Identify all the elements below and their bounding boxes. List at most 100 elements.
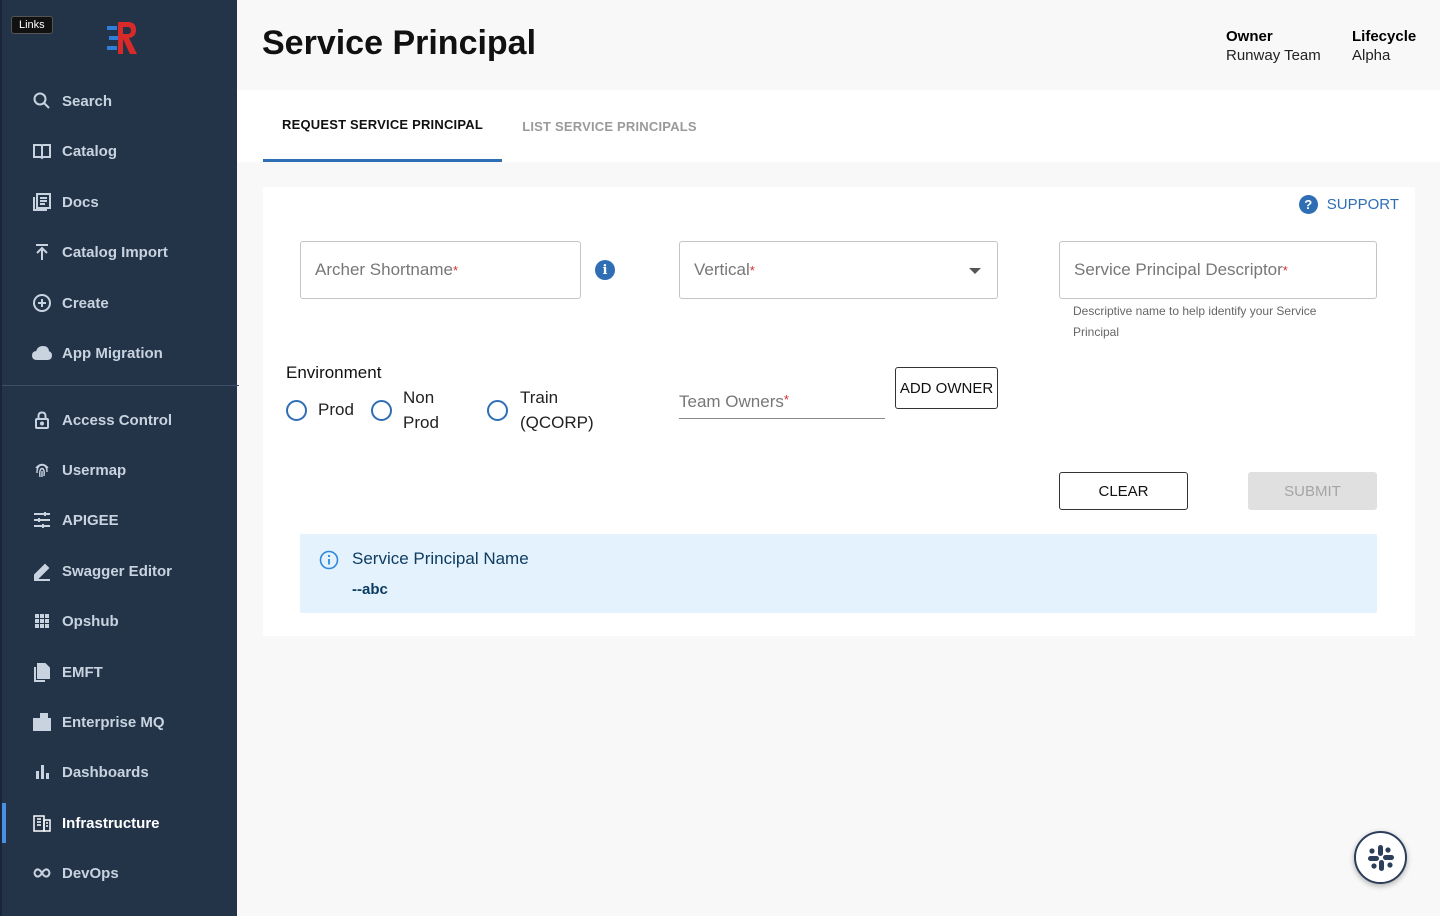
book-icon	[32, 141, 52, 161]
sidebar-item-label: EMFT	[62, 663, 103, 681]
required-mark: *	[749, 262, 755, 278]
chat-fab-button[interactable]	[1354, 831, 1407, 884]
support-label: SUPPORT	[1326, 196, 1399, 213]
sidebar-item-dashboards[interactable]: Dashboards	[2, 752, 239, 792]
archer-shortname-placeholder: Archer Shortname	[315, 260, 453, 279]
alert-title: Service Principal Name	[352, 549, 529, 568]
required-mark: *	[783, 392, 789, 407]
fingerprint-icon	[32, 460, 52, 480]
sidebar-item-label: Catalog	[62, 142, 118, 160]
support-link[interactable]: ? SUPPORT	[1298, 195, 1399, 214]
lifecycle-info: Lifecycle Alpha	[1352, 27, 1416, 65]
lock-icon	[32, 410, 52, 430]
request-form-card: ? SUPPORT Archer Shortname * i Vertical * …	[263, 187, 1415, 636]
app-logo[interactable]	[106, 20, 140, 56]
archer-shortname-input[interactable]: Archer Shortname *	[300, 241, 581, 299]
sidebar-item-label: Docs	[62, 193, 99, 211]
sidebar-item-label: Catalog Import	[62, 243, 168, 261]
sidebar-item-enterprise-mq[interactable]: Enterprise MQ	[2, 702, 239, 742]
sidebar-item-label: Swagger Editor	[62, 562, 173, 580]
page-title: Service Principal	[262, 24, 537, 62]
env-label-train-line2: (QCORP)	[520, 413, 594, 432]
sidebar-item-devops[interactable]: DevOps	[2, 853, 239, 893]
env-radio-nonprod[interactable]	[371, 400, 392, 421]
tune-icon	[32, 510, 52, 530]
add-owner-button[interactable]: ADD OWNER	[895, 367, 998, 409]
vertical-select[interactable]: Vertical *	[679, 241, 998, 299]
env-label-nonprod-line1: Non	[403, 388, 435, 407]
owner-label: Owner	[1226, 28, 1273, 45]
grid-icon	[32, 611, 52, 631]
docs-icon	[32, 192, 52, 212]
sidebar-item-label: Create	[62, 294, 109, 312]
sidebar-item-label: DevOps	[62, 864, 119, 882]
help-circle-icon: ?	[1298, 195, 1318, 214]
env-label-prod: Prod	[318, 400, 354, 419]
team-owners-placeholder: Team Owners	[679, 392, 784, 411]
sidebar-item-usermap[interactable]: Usermap	[2, 450, 239, 490]
owner-info: Owner Runway Team	[1226, 27, 1321, 65]
lifecycle-label: Lifecycle	[1352, 28, 1417, 45]
slack-icon	[1367, 844, 1394, 871]
sidebar-item-apigee[interactable]: APIGEE	[2, 500, 239, 540]
cloud-icon	[32, 343, 52, 363]
sidebar-item-label: APIGEE	[62, 511, 119, 529]
tab-bar: REQUEST SERVICE PRINCIPAL LIST SERVICE P…	[237, 90, 1440, 162]
sidebar-item-opshub[interactable]: Opshub	[2, 601, 239, 641]
infinity-icon	[32, 863, 52, 883]
tab-request-service-principal[interactable]: REQUEST SERVICE PRINCIPAL	[263, 90, 502, 162]
submit-button[interactable]: SUBMIT	[1248, 472, 1377, 510]
sidebar-item-swagger-editor[interactable]: Swagger Editor	[2, 551, 239, 591]
sidebar-item-infrastructure[interactable]: Infrastructure	[2, 803, 239, 843]
env-label-nonprod: Non Prod	[403, 385, 439, 435]
lifecycle-value: Alpha	[1352, 47, 1391, 64]
env-label-train: Train (QCORP)	[520, 385, 594, 435]
team-owners-input[interactable]: Team Owners*	[679, 392, 885, 419]
vertical-placeholder: Vertical	[694, 260, 750, 279]
sidebar: Links Search Catalog Docs Catalog Import…	[0, 0, 239, 916]
search-icon	[32, 91, 52, 111]
clear-button[interactable]: CLEAR	[1059, 472, 1188, 510]
sidebar-item-label: Access Control	[62, 411, 173, 429]
sidebar-divider	[2, 385, 239, 386]
sidebar-item-access-control[interactable]: Access Control	[2, 400, 239, 440]
env-label-nonprod-line2: Prod	[403, 413, 439, 432]
pencil-icon	[32, 561, 52, 581]
tab-list-service-principals[interactable]: LIST SERVICE PRINCIPALS	[502, 90, 717, 162]
info-icon[interactable]: i	[595, 260, 615, 280]
environment-label: Environment	[286, 363, 382, 382]
building-icon	[32, 813, 52, 833]
upload-icon	[32, 242, 52, 262]
sidebar-item-docs[interactable]: Docs	[2, 182, 239, 222]
alert-value: --abc	[352, 581, 388, 598]
page-header: Service Principal Owner Runway Team Life…	[237, 0, 1440, 90]
sidebar-item-label: Usermap	[62, 461, 127, 479]
plus-circle-icon	[32, 293, 52, 313]
service-principal-descriptor-input[interactable]: Service Principal Descriptor *	[1059, 241, 1377, 299]
sidebar-item-label: Infrastructure	[62, 814, 160, 832]
files-icon	[32, 662, 52, 682]
bar-chart-icon	[32, 762, 52, 782]
env-radio-train[interactable]	[487, 400, 508, 421]
sidebar-item-catalog-import[interactable]: Catalog Import	[2, 232, 239, 272]
env-radio-prod[interactable]	[286, 400, 307, 421]
sidebar-item-emft[interactable]: EMFT	[2, 652, 239, 692]
descriptor-helper-text: Descriptive name to help identify your S…	[1073, 304, 1317, 339]
sidebar-item-catalog[interactable]: Catalog	[2, 131, 239, 171]
sidebar-item-app-migration[interactable]: App Migration	[2, 333, 239, 373]
sidebar-item-label: Search	[62, 92, 113, 110]
owner-value: Runway Team	[1226, 47, 1321, 64]
env-label-train-line1: Train	[520, 388, 559, 407]
info-outline-icon	[319, 550, 339, 570]
sidebar-item-label: App Migration	[62, 344, 163, 362]
required-mark: *	[452, 262, 459, 278]
service-principal-name-alert: Service Principal Name --abc	[300, 534, 1377, 613]
links-badge[interactable]: Links	[11, 16, 53, 34]
sidebar-item-search[interactable]: Search	[2, 81, 239, 121]
queue-icon	[32, 712, 52, 732]
sidebar-item-label: Dashboards	[62, 763, 149, 781]
sidebar-item-label: Enterprise MQ	[62, 713, 165, 731]
descriptor-placeholder: Service Principal Descriptor	[1074, 260, 1283, 279]
caret-down-icon	[969, 268, 981, 274]
sidebar-item-create[interactable]: Create	[2, 283, 239, 323]
